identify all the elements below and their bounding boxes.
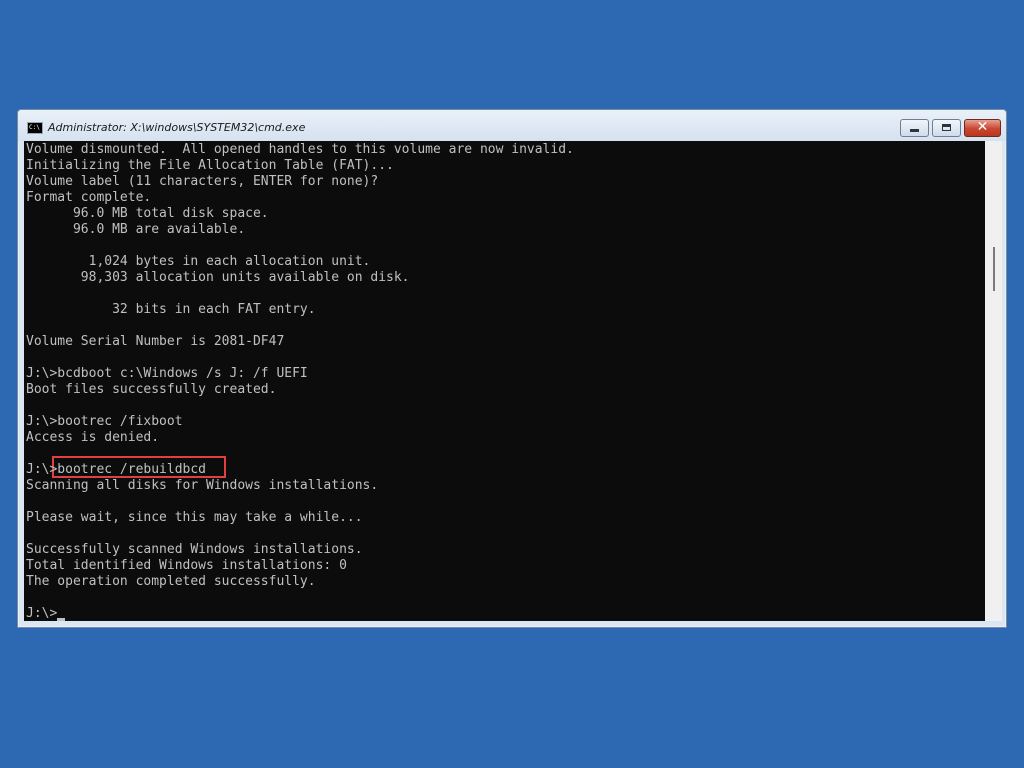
window-title: Administrator: X:\windows\SYSTEM32\cmd.e… [48,121,306,134]
close-icon: ✕ [976,119,989,135]
console-line: Scanning all disks for Windows installat… [26,478,379,493]
maximize-icon [942,124,951,131]
console-line: Format complete. [26,190,152,205]
desktop-background: C:\ Administrator: X:\windows\SYSTEM32\c… [0,0,1024,768]
vertical-scrollbar[interactable] [985,141,1002,621]
console-line: J:\> [26,606,66,621]
console-line: The operation completed successfully. [26,574,316,589]
minimize-icon [910,129,919,132]
maximize-button[interactable] [932,119,961,137]
console-line: 96.0 MB are available. [26,222,246,237]
console-line: 98,303 allocation units available on dis… [26,270,410,285]
console-line: Volume label (11 characters, ENTER for n… [26,174,379,189]
console-line: 32 bits in each FAT entry. [26,302,316,317]
console-line: Access is denied. [26,430,160,445]
text-cursor [57,618,66,621]
console-line: Volume Serial Number is 2081-DF47 [26,334,285,349]
console-output[interactable]: Volume dismounted. All opened handles to… [24,141,985,621]
console-line: Successfully scanned Windows installatio… [26,542,363,557]
console-line: 96.0 MB total disk space. [26,206,269,221]
console-line: J:\>bootrec /fixboot [26,414,183,429]
scrollbar-thumb[interactable] [993,247,995,291]
console-line: Please wait, since this may take a while… [26,510,363,525]
console-line: Boot files successfully created. [26,382,277,397]
title-bar[interactable]: C:\ Administrator: X:\windows\SYSTEM32\c… [18,110,1006,141]
console-line: J:\>bootrec /rebuildbcd [26,462,207,477]
console-line: 1,024 bytes in each allocation unit. [26,254,371,269]
console-line: Total identified Windows installations: … [26,558,347,573]
console-line: J:\>bcdboot c:\Windows /s J: /f UEFI [26,366,308,381]
console-line: Initializing the File Allocation Table (… [26,158,394,173]
close-button[interactable]: ✕ [964,119,1001,137]
cmd-app-icon[interactable]: C:\ [27,122,43,134]
cmd-window[interactable]: C:\ Administrator: X:\windows\SYSTEM32\c… [17,109,1007,628]
console-line: Volume dismounted. All opened handles to… [26,142,574,157]
minimize-button[interactable] [900,119,929,137]
